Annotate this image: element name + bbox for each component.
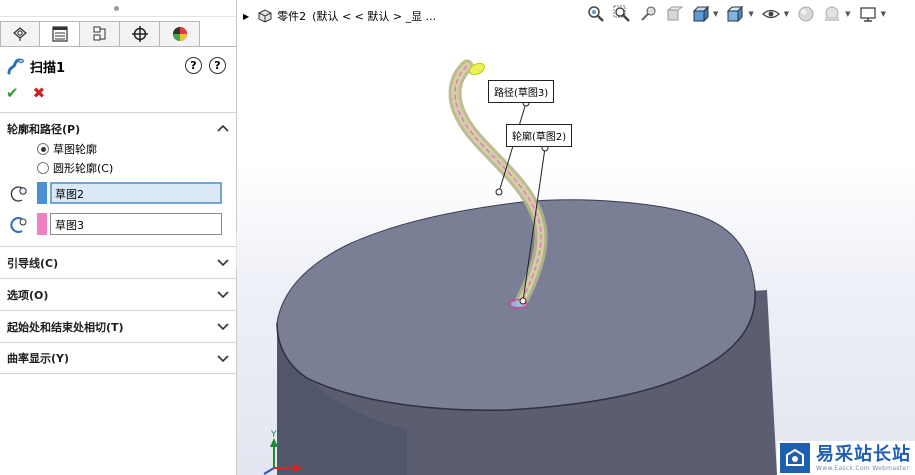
model-scene: Y — [263, 59, 777, 475]
view-orientation-icon — [692, 5, 709, 23]
view-settings-button[interactable] — [857, 4, 879, 24]
site-watermark: 易采站长站 Www.Easck.Com Webmaster — [777, 441, 915, 475]
section-profile-path[interactable]: 轮廓和路径(P) — [0, 112, 237, 144]
path-icon — [10, 217, 27, 233]
heads-up-view-toolbar: ▼ ▼ ▼ ▼ ▼ — [585, 4, 888, 24]
tab-configuration-manager[interactable] — [80, 21, 120, 47]
zoom-to-area-button[interactable] — [611, 4, 633, 24]
crosshair-icon — [131, 26, 148, 42]
scene-icon — [825, 6, 840, 21]
tab-feature-manager[interactable] — [0, 21, 40, 47]
section-curvature-display[interactable]: 曲率显示(Y) — [0, 342, 237, 374]
watermark-title: 易采站长站 — [816, 443, 911, 465]
ok-cancel-row: ✔ ✖ — [6, 84, 45, 102]
eye-icon — [761, 9, 780, 19]
configuration-name: (默认 < < 默认 > _显 ... — [312, 10, 437, 23]
profile-callout[interactable]: 轮廓(草图2) — [506, 124, 573, 147]
panel-grip[interactable] — [0, 0, 236, 17]
path-selection-row: 草图3 — [8, 213, 223, 237]
part-name: 零件2 — [277, 10, 307, 23]
caret-down-icon[interactable]: ▼ — [845, 10, 850, 18]
caret-down-icon[interactable]: ▼ — [713, 10, 718, 18]
triad-y-label: Y — [270, 430, 277, 440]
feature-tree-icon — [13, 27, 27, 41]
display-style-button[interactable] — [724, 4, 746, 24]
profile-color-swatch — [37, 182, 47, 204]
edit-appearance-button[interactable] — [795, 4, 817, 24]
graphics-viewport[interactable]: Y ▶ 零件2 (默认 < < 默认 > _显 ... ▼ ▼ ▼ ▼ ▼ 路径… — [237, 0, 915, 475]
path-field[interactable]: 草图3 — [50, 213, 222, 235]
tab-property-manager[interactable] — [40, 21, 80, 47]
profile-field[interactable]: 草图2 — [50, 182, 222, 204]
sweep-icon — [7, 58, 24, 75]
profile-icon — [10, 186, 27, 202]
feature-title: 扫描1 — [30, 60, 66, 76]
chevron-down-icon — [217, 355, 229, 363]
chevron-up-icon — [217, 124, 229, 132]
help-icon[interactable]: ? — [209, 57, 226, 74]
section-view-icon — [666, 6, 683, 21]
cancel-button[interactable]: ✖ — [33, 84, 46, 102]
section-guide-curves[interactable]: 引导线(C) — [0, 246, 237, 278]
feature-tree-flyout[interactable]: ▶ 零件2 (默认 < < 默认 > _显 ... — [243, 8, 436, 24]
display-manager-icon — [172, 27, 187, 41]
apply-scene-button[interactable] — [821, 4, 843, 24]
zoom-to-fit-button[interactable] — [585, 4, 607, 24]
zoom-area-icon — [613, 5, 630, 22]
previous-view-button[interactable] — [637, 4, 659, 24]
chevron-down-icon — [217, 291, 229, 299]
watermark-subtitle: Www.Easck.Com Webmaster — [816, 464, 910, 472]
property-list-icon — [51, 26, 68, 42]
radio-dot-selected — [37, 143, 49, 155]
path-color-swatch — [37, 213, 47, 235]
ok-button[interactable]: ✔ — [6, 84, 19, 102]
section-options[interactable]: 选项(O) — [0, 278, 237, 310]
property-manager-panel: 扫描1 ? ? ✔ ✖ 轮廓和路径(P) 草图轮廓 圆形轮廓(C) 草图2 草图… — [0, 0, 237, 475]
expand-arrow-icon[interactable]: ▶ — [243, 12, 249, 21]
radio-dot — [37, 162, 49, 174]
caret-down-icon[interactable]: ▼ — [784, 10, 789, 18]
section-options-label: 选项(O) — [7, 288, 49, 302]
part-icon — [258, 9, 272, 23]
watermark-logo-icon — [780, 443, 810, 473]
caret-down-icon[interactable]: ▼ — [748, 10, 753, 18]
hide-show-items-button[interactable] — [760, 4, 782, 24]
tab-dimxpert-manager[interactable] — [120, 21, 160, 47]
display-style-icon — [727, 5, 744, 23]
radio-circular-profile[interactable]: 圆形轮廓(C) — [37, 160, 113, 176]
feature-header: 扫描1 ? ? — [6, 56, 232, 76]
configuration-icon — [93, 26, 105, 41]
previous-view-icon — [641, 6, 656, 21]
radio-sketch-profile[interactable]: 草图轮廓 — [37, 141, 97, 157]
zoom-fit-icon — [588, 6, 604, 22]
tab-display-manager[interactable] — [160, 21, 200, 47]
section-guide-curves-label: 引导线(C) — [7, 256, 59, 270]
chevron-down-icon — [217, 259, 229, 267]
radio-sketch-profile-label: 草图轮廓 — [53, 143, 97, 156]
caret-down-icon[interactable]: ▼ — [881, 10, 886, 18]
monitor-icon — [859, 7, 876, 22]
manager-tabs — [0, 21, 200, 47]
whats-wrong-icon[interactable]: ? — [185, 57, 202, 74]
section-tangency[interactable]: 起始处和结束处相切(T) — [0, 310, 237, 342]
section-view-button[interactable] — [663, 4, 685, 24]
appearance-sphere-icon — [798, 6, 814, 22]
chevron-down-icon — [217, 323, 229, 331]
section-curvature-display-label: 曲率显示(Y) — [7, 352, 70, 365]
path-callout[interactable]: 路径(草图3) — [488, 80, 555, 103]
radio-circular-profile-label: 圆形轮廓(C) — [53, 162, 114, 175]
view-orientation-button[interactable] — [689, 4, 711, 24]
section-profile-path-label: 轮廓和路径(P) — [7, 122, 81, 136]
profile-selection-row: 草图2 — [8, 182, 223, 206]
section-tangency-label: 起始处和结束处相切(T) — [7, 320, 124, 334]
